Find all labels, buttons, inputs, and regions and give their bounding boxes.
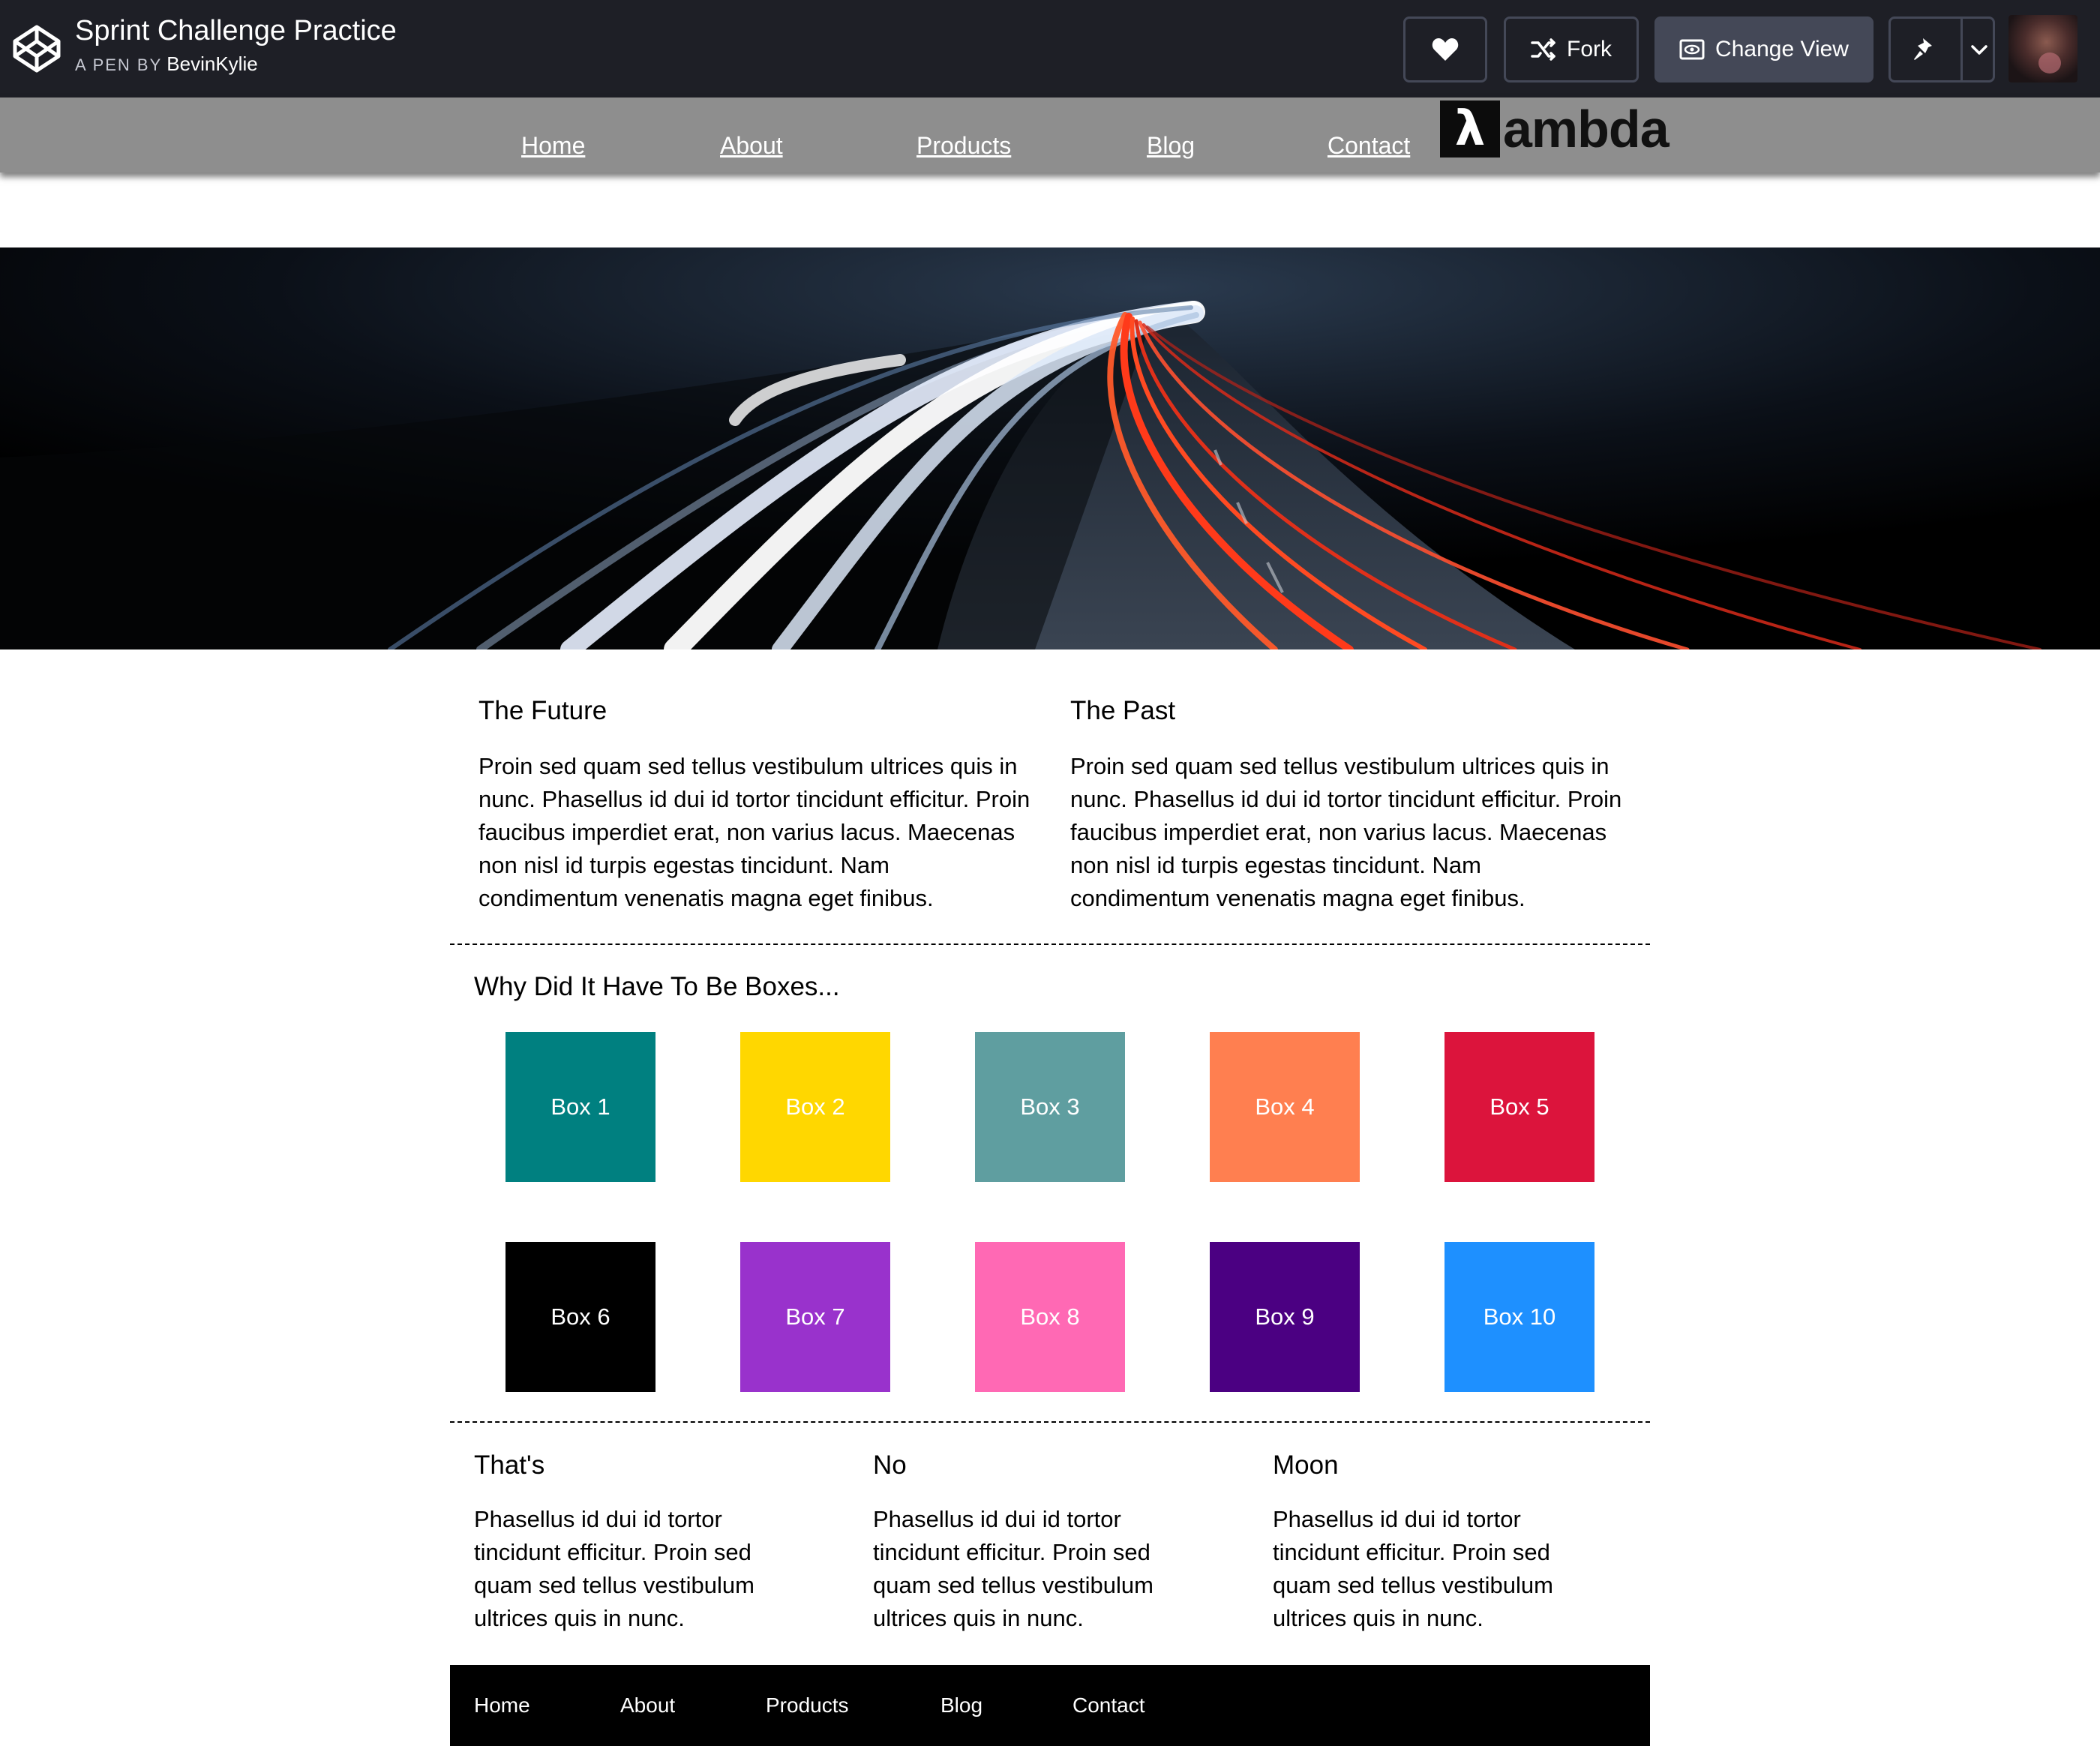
box-label: Box 3 xyxy=(1020,1094,1080,1120)
section-divider xyxy=(450,1421,1650,1423)
box-4: Box 4 xyxy=(1210,1032,1360,1182)
pin-icon xyxy=(1914,38,1932,60)
pin-divider xyxy=(1960,19,1963,80)
nav-blog[interactable]: Blog xyxy=(1147,132,1195,160)
heart-icon xyxy=(1432,38,1459,61)
nav-products[interactable]: Products xyxy=(916,132,1011,160)
lambda-logo[interactable]: λ ambda xyxy=(1440,99,1670,159)
box-6: Box 6 xyxy=(506,1242,656,1392)
nav-contact[interactable]: Contact xyxy=(1328,132,1410,160)
user-avatar[interactable] xyxy=(2008,15,2078,82)
bottom-heading-no: No xyxy=(873,1450,907,1480)
lambda-logo-text: ambda xyxy=(1503,100,1670,158)
box-label: Box 5 xyxy=(1490,1094,1550,1120)
bottom-text-no: Phasellus id dui id tortor tincidunt eff… xyxy=(873,1506,1154,1631)
eye-icon xyxy=(1679,39,1705,60)
box-label: Box 4 xyxy=(1255,1094,1315,1120)
hero-image xyxy=(0,248,2100,650)
codepen-header: Sprint Challenge Practice A PEN BY BevinK… xyxy=(0,0,2100,98)
box-label: Box 1 xyxy=(550,1094,610,1120)
pen-by-label: A PEN BY xyxy=(75,56,163,74)
box-label: Box 7 xyxy=(785,1304,845,1330)
light-trails-photo xyxy=(0,248,2100,650)
fork-label: Fork xyxy=(1567,37,1612,62)
box-5: Box 5 xyxy=(1444,1032,1594,1182)
change-view-button[interactable]: Change View xyxy=(1654,16,1874,82)
fork-icon xyxy=(1531,38,1556,61)
bottom-heading-thats: That's xyxy=(474,1450,545,1480)
box-7: Box 7 xyxy=(740,1242,890,1392)
pen-title: Sprint Challenge Practice xyxy=(75,15,397,46)
footer-about[interactable]: About xyxy=(620,1694,675,1718)
box-10: Box 10 xyxy=(1444,1242,1594,1392)
nav-home[interactable]: Home xyxy=(521,132,585,160)
column-text-future: Proin sed quam sed tellus vestibulum ult… xyxy=(478,753,1030,911)
box-3: Box 3 xyxy=(975,1032,1125,1182)
bottom-text-moon: Phasellus id dui id tortor tincidunt eff… xyxy=(1273,1506,1553,1631)
box-label: Box 9 xyxy=(1255,1304,1315,1330)
footer-products[interactable]: Products xyxy=(766,1694,849,1718)
lambda-symbol: λ xyxy=(1454,101,1486,157)
box-8: Box 8 xyxy=(975,1242,1125,1392)
box-label: Box 8 xyxy=(1020,1304,1080,1330)
box-2: Box 2 xyxy=(740,1032,890,1182)
box-label: Box 6 xyxy=(550,1304,610,1330)
box-label: Box 2 xyxy=(785,1094,845,1120)
pen-author-link[interactable]: BevinKylie xyxy=(166,52,257,75)
heart-button[interactable] xyxy=(1403,16,1487,82)
site-navbar: Home About Products Blog Contact λ ambda xyxy=(0,98,2100,172)
change-view-label: Change View xyxy=(1715,37,1849,62)
bottom-text-thats: Phasellus id dui id tortor tincidunt eff… xyxy=(474,1506,754,1631)
section-divider xyxy=(450,944,1650,945)
pen-byline: A PEN BY BevinKylie xyxy=(75,52,258,76)
column-text-past: Proin sed quam sed tellus vestibulum ult… xyxy=(1070,753,1622,911)
codepen-logo-icon[interactable] xyxy=(12,24,62,74)
box-1: Box 1 xyxy=(506,1032,656,1182)
footer-nav: Home About Products Blog Contact xyxy=(450,1665,1650,1746)
fork-button[interactable]: Fork xyxy=(1504,16,1639,82)
lambda-logo-mark: λ xyxy=(1440,100,1500,158)
box-label: Box 10 xyxy=(1483,1304,1556,1330)
footer-contact[interactable]: Contact xyxy=(1072,1694,1145,1718)
column-heading-past: The Past xyxy=(1070,696,1176,725)
nav-about[interactable]: About xyxy=(720,132,783,160)
bottom-heading-moon: Moon xyxy=(1273,1450,1339,1480)
boxes-heading: Why Did It Have To Be Boxes... xyxy=(474,972,840,1001)
pin-button[interactable] xyxy=(1888,16,1995,82)
footer-home[interactable]: Home xyxy=(474,1694,530,1718)
box-9: Box 9 xyxy=(1210,1242,1360,1392)
footer-blog[interactable]: Blog xyxy=(940,1694,982,1718)
chevron-down-icon[interactable] xyxy=(1970,40,1989,59)
column-heading-future: The Future xyxy=(478,696,608,725)
